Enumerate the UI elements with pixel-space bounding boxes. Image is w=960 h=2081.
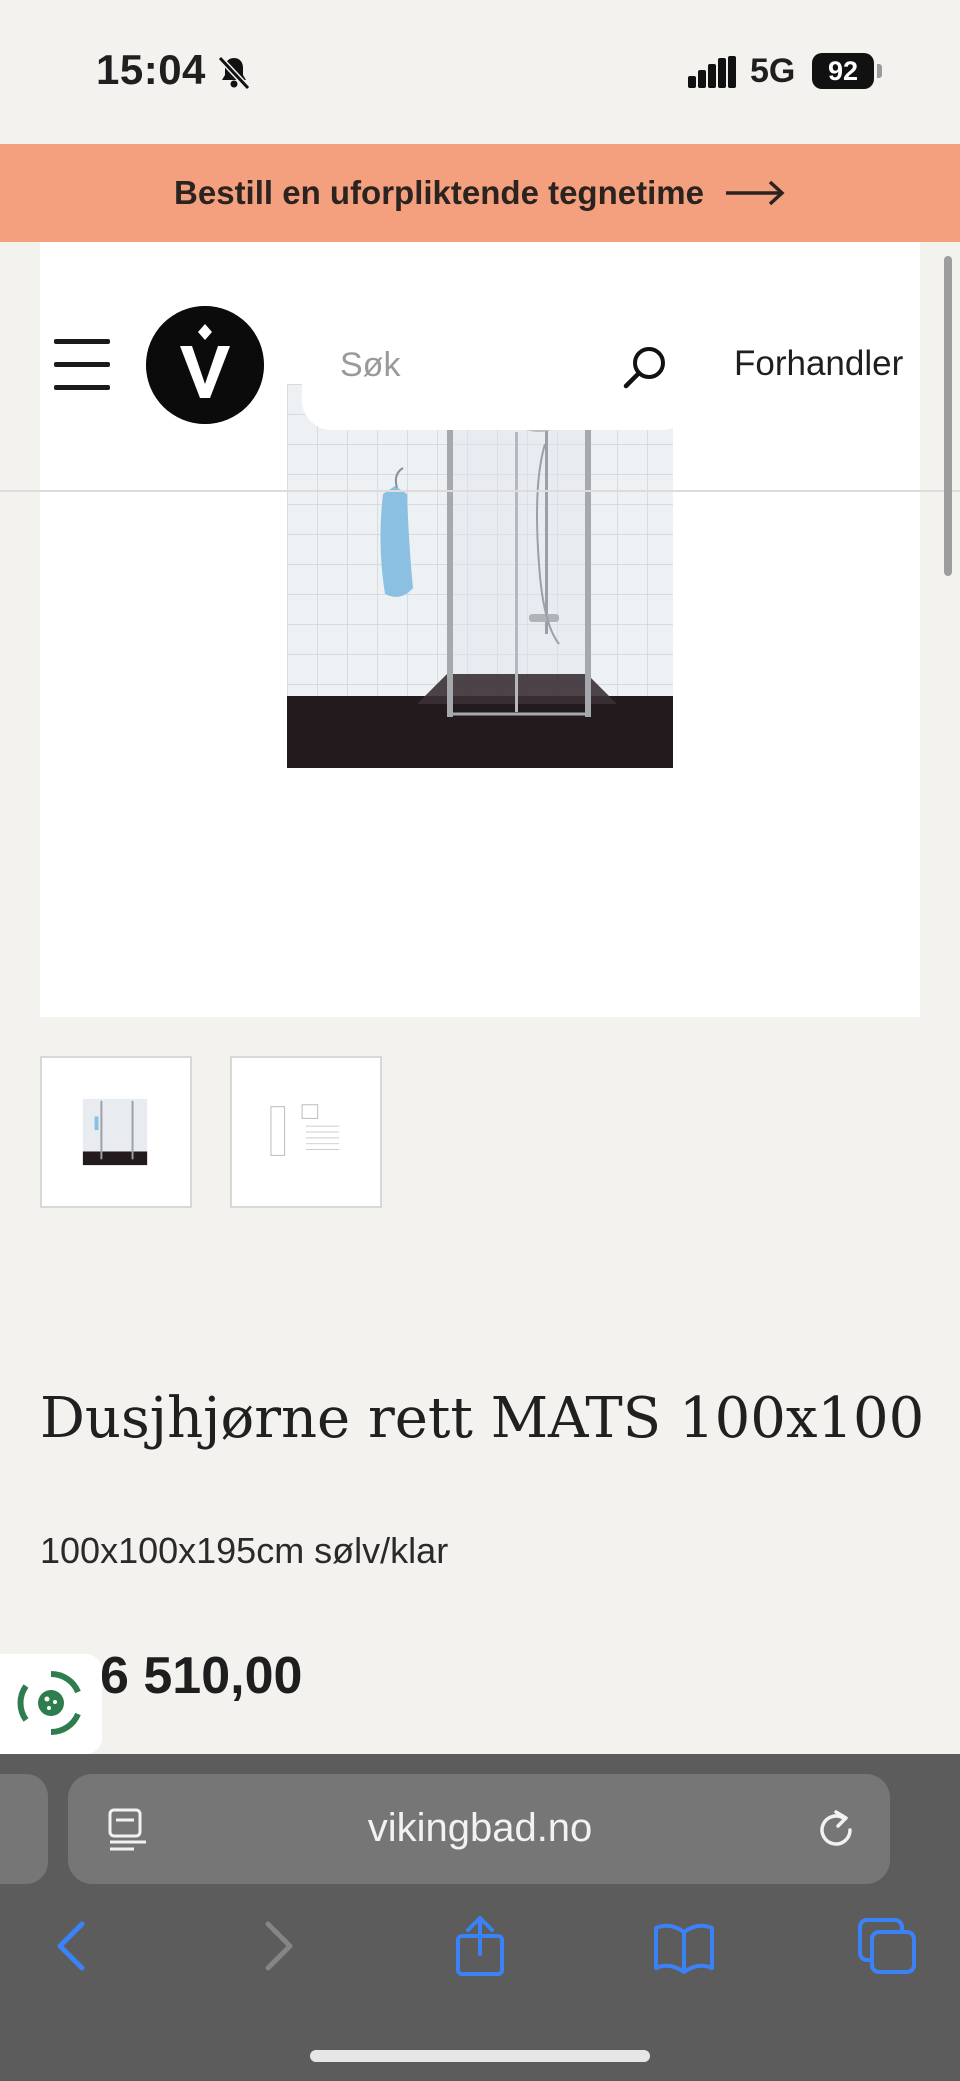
address-bar[interactable]	[68, 1774, 890, 1884]
share-icon[interactable]	[448, 1916, 512, 1976]
product-photo[interactable]	[287, 384, 673, 768]
shower-thumbnail-image	[82, 1098, 148, 1166]
reader-mode-icon[interactable]	[108, 1808, 150, 1852]
network-label: 5G	[750, 52, 796, 90]
battery-level: 92	[827, 56, 859, 86]
dimension-drawing-thumbnail[interactable]	[230, 1056, 382, 1208]
search-input[interactable]	[340, 340, 590, 390]
status-bar: 15:04 5G 92	[0, 0, 960, 144]
bell-off-icon	[217, 55, 251, 91]
product-subtitle: 100x100x195cm sølv/klar	[40, 1530, 449, 1571]
search-icon[interactable]	[620, 342, 670, 392]
dealer-link[interactable]: Forhandler	[734, 344, 903, 384]
header-divider	[0, 490, 960, 492]
status-time: 15:04	[96, 46, 206, 93]
forward-icon[interactable]	[246, 1916, 310, 1976]
promo-banner[interactable]: Bestill en uforpliktende tegnetime	[0, 144, 960, 242]
back-icon[interactable]	[40, 1916, 104, 1976]
cookie-consent-icon	[17, 1670, 81, 1736]
reload-icon[interactable]	[814, 1808, 858, 1852]
battery-nub	[877, 64, 882, 78]
signal-icon	[688, 56, 736, 88]
cookie-consent-button[interactable]	[0, 1654, 102, 1754]
bookmarks-icon[interactable]	[652, 1916, 716, 1976]
viking-logo[interactable]	[146, 306, 264, 424]
product-thumbnail[interactable]	[40, 1056, 192, 1208]
product-title: Dusjhjørne rett MATS 100x100	[40, 1386, 925, 1451]
battery-icon: 92	[812, 53, 874, 89]
scrollbar[interactable]	[944, 256, 952, 576]
previous-tab-peek[interactable]	[0, 1774, 48, 1884]
home-indicator[interactable]	[310, 2050, 650, 2062]
arrow-right-icon	[725, 180, 785, 206]
dimension-drawing-image	[270, 1104, 340, 1156]
promo-text: Bestill en uforpliktende tegnetime	[174, 174, 704, 211]
hamburger-menu-icon[interactable]	[54, 335, 112, 395]
product-price: 6 510,00	[100, 1647, 303, 1705]
tabs-icon[interactable]	[856, 1916, 920, 1976]
